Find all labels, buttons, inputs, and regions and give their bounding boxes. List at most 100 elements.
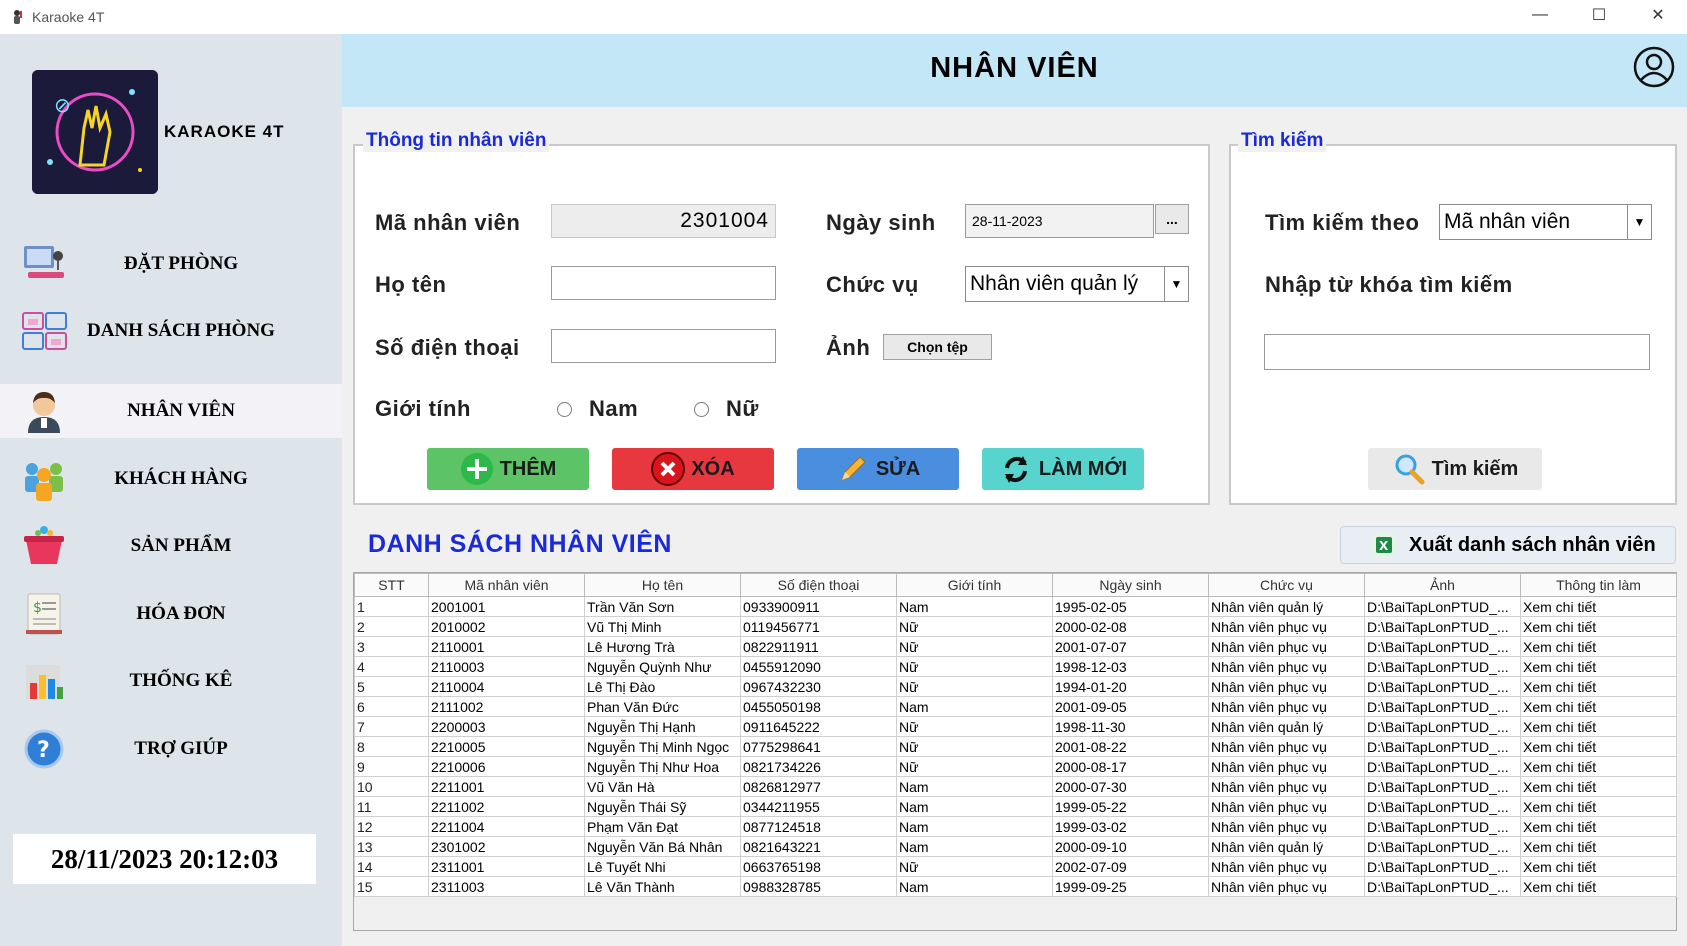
search-button[interactable]: Tìm kiếm — [1368, 448, 1542, 490]
column-header[interactable]: Chức vụ — [1208, 573, 1365, 597]
view-details-link[interactable]: Xem chi tiết — [1520, 816, 1677, 837]
employee-id-label: Mã nhân viên — [375, 210, 521, 235]
view-details-link[interactable]: Xem chi tiết — [1520, 756, 1677, 777]
close-button[interactable]: ✕ — [1629, 0, 1687, 30]
view-details-link[interactable]: Xem chi tiết — [1520, 636, 1677, 657]
table-row[interactable]: 2 2010002 Vũ Thị Minh 0119456771 Nữ 2000-02-0… — [354, 616, 1677, 637]
user-account-icon[interactable] — [1633, 46, 1675, 88]
view-details-link[interactable]: Xem chi tiết — [1520, 596, 1677, 617]
table-cell: 2000-08-17 — [1052, 756, 1209, 777]
table-row[interactable]: 9 2210006 Nguyễn Thị Như Hoa 0821734226 Nữ 20… — [354, 756, 1677, 777]
table-row[interactable]: 10 2211001 Vũ Văn Hà 0826812977 Nam 2000-07-3… — [354, 776, 1677, 797]
view-details-link[interactable]: Xem chi tiết — [1520, 656, 1677, 677]
table-row[interactable]: 4 2110003 Nguyễn Quỳnh Như 0455912090 Nữ 1998… — [354, 656, 1677, 677]
view-details-link[interactable]: Xem chi tiết — [1520, 696, 1677, 717]
table-row[interactable]: 11 2211002 Nguyễn Thái Sỹ 0344211955 Nam 1999… — [354, 796, 1677, 817]
view-details-link[interactable]: Xem chi tiết — [1520, 616, 1677, 637]
view-details-link[interactable]: Xem chi tiết — [1520, 716, 1677, 737]
table-row[interactable]: 13 2301002 Nguyễn Văn Bá Nhân 0821643221 Nam… — [354, 836, 1677, 857]
column-header[interactable]: Số điện thoại — [740, 573, 897, 597]
nav-help[interactable]: ? TRỢ GIÚP — [0, 722, 342, 776]
nav-products[interactable]: SẢN PHẨM — [0, 519, 342, 573]
edit-button[interactable]: SỬA — [797, 448, 959, 490]
table-row[interactable]: 5 2110004 Lê Thị Đào 0967432230 Nữ 1994-01-20… — [354, 676, 1677, 697]
table-cell: Nhân viên quản lý — [1208, 836, 1365, 857]
export-button-label: Xuất danh sách nhân viên — [1409, 533, 1656, 556]
table-cell: Nam — [896, 696, 1053, 717]
choose-file-button[interactable]: Chọn tệp — [883, 334, 992, 360]
keyword-label: Nhập từ khóa tìm kiếm — [1265, 272, 1513, 297]
view-details-link[interactable]: Xem chi tiết — [1520, 856, 1677, 877]
nav-room-list[interactable]: DANH SÁCH PHÒNG — [0, 304, 342, 358]
table-row[interactable]: 14 2311001 Lê Tuyết Nhi 0663765198 Nữ 2002-07… — [354, 856, 1677, 877]
table-cell: D:\BaiTapLonPTUD_... — [1364, 616, 1521, 637]
export-employee-list-button[interactable]: X Xuất danh sách nhân viên — [1340, 526, 1676, 564]
search-by-select-value: Mã nhân viên — [1444, 210, 1571, 233]
table-row[interactable]: 6 2111002 Phan Văn Đức 0455050198 Nam 2001-09… — [354, 696, 1677, 717]
refresh-button[interactable]: LÀM MỚI — [982, 448, 1144, 490]
view-details-link[interactable]: Xem chi tiết — [1520, 776, 1677, 797]
table-cell: 8 — [354, 736, 429, 757]
search-by-label: Tìm kiếm theo — [1265, 210, 1420, 235]
table-cell: 1998-12-03 — [1052, 656, 1209, 677]
table-row[interactable]: 15 2311003 Lê Văn Thành 0988328785 Nam 1999-0… — [354, 876, 1677, 897]
employee-table: STT Mã nhân viên Họ tên Số điện thoại Gi… — [354, 573, 1677, 897]
nav-statistics[interactable]: THỐNG KÊ — [0, 654, 342, 708]
column-header[interactable]: Mã nhân viên — [428, 573, 585, 597]
table-row[interactable]: 7 2200003 Nguyễn Thị Hạnh 0911645222 Nữ 1998-… — [354, 716, 1677, 737]
nav-booking[interactable]: ĐẶT PHÒNG — [0, 237, 342, 291]
employee-table-body: 1 2001001 Trần Văn Sơn 0933900911 Nam 1995-02… — [354, 596, 1677, 897]
column-header[interactable]: Thông tin làm — [1520, 573, 1677, 597]
table-cell: D:\BaiTapLonPTUD_... — [1364, 596, 1521, 617]
table-cell: 12 — [354, 816, 429, 837]
view-details-link[interactable]: Xem chi tiết — [1520, 836, 1677, 857]
table-cell: 5 — [354, 676, 429, 697]
nav-invoice[interactable]: $ HÓA ĐƠN — [0, 587, 342, 641]
table-row[interactable]: 8 2210005 Nguyễn Thị Minh Ngọc 0775298641 Nữ… — [354, 736, 1677, 757]
phone-input[interactable] — [551, 329, 776, 363]
table-row[interactable]: 1 2001001 Trần Văn Sơn 0933900911 Nam 1995-02… — [354, 596, 1677, 617]
view-details-link[interactable]: Xem chi tiết — [1520, 796, 1677, 817]
maximize-button[interactable]: ☐ — [1570, 0, 1628, 30]
add-button[interactable]: THÊM — [427, 448, 589, 490]
table-cell: 2000-02-08 — [1052, 616, 1209, 637]
table-row[interactable]: 3 2110001 Lê Hương Trà 0822911911 Nữ 2001-07-… — [354, 636, 1677, 657]
svg-text:X: X — [1379, 539, 1389, 553]
refresh-button-label: LÀM MỚI — [1038, 457, 1128, 480]
table-cell: 2001-09-05 — [1052, 696, 1209, 717]
date-picker-button[interactable]: ... — [1155, 204, 1189, 234]
column-header[interactable]: Họ tên — [584, 573, 741, 597]
table-cell: 2200003 — [428, 716, 585, 737]
column-header[interactable]: STT — [354, 573, 429, 597]
name-input[interactable] — [551, 266, 776, 300]
position-label: Chức vụ — [826, 272, 919, 297]
table-cell: Nhân viên phục vụ — [1208, 816, 1365, 837]
view-details-link[interactable]: Xem chi tiết — [1520, 676, 1677, 697]
gender-female-radio[interactable] — [694, 402, 709, 417]
view-details-link[interactable]: Xem chi tiết — [1520, 876, 1677, 897]
table-cell: D:\BaiTapLonPTUD_... — [1364, 876, 1521, 897]
table-cell: Lê Tuyết Nhi — [584, 856, 741, 877]
view-details-link[interactable]: Xem chi tiết — [1520, 736, 1677, 757]
nav-employee[interactable]: NHÂN VIÊN — [0, 384, 342, 438]
position-select[interactable]: Nhân viên quản lý ▼ — [965, 266, 1189, 302]
column-header[interactable]: Giới tính — [896, 573, 1053, 597]
karaoke-logo: ⊘ — [32, 70, 158, 194]
minimize-button[interactable]: — — [1511, 0, 1569, 30]
gender-male-radio[interactable] — [557, 402, 572, 417]
table-cell: Nhân viên phục vụ — [1208, 616, 1365, 637]
column-header[interactable]: Ảnh — [1364, 573, 1521, 597]
nav-customers[interactable]: KHÁCH HÀNG — [0, 452, 342, 506]
table-cell: 0119456771 — [740, 616, 897, 637]
column-header[interactable]: Ngày sinh — [1052, 573, 1209, 597]
table-row[interactable]: 12 2211004 Phạm Văn Đạt 0877124518 Nam 1999-0… — [354, 816, 1677, 837]
table-cell: D:\BaiTapLonPTUD_... — [1364, 696, 1521, 717]
delete-button[interactable]: XÓA — [612, 448, 774, 490]
table-cell: D:\BaiTapLonPTUD_... — [1364, 756, 1521, 777]
nav-products-label: SẢN PHẨM — [130, 535, 232, 556]
table-cell: D:\BaiTapLonPTUD_... — [1364, 856, 1521, 877]
edit-button-label: SỬA — [875, 457, 921, 480]
search-by-select[interactable]: Mã nhân viên ▼ — [1439, 204, 1652, 240]
keyword-input[interactable] — [1264, 334, 1650, 370]
dob-field[interactable]: 28-11-2023 — [965, 204, 1154, 238]
